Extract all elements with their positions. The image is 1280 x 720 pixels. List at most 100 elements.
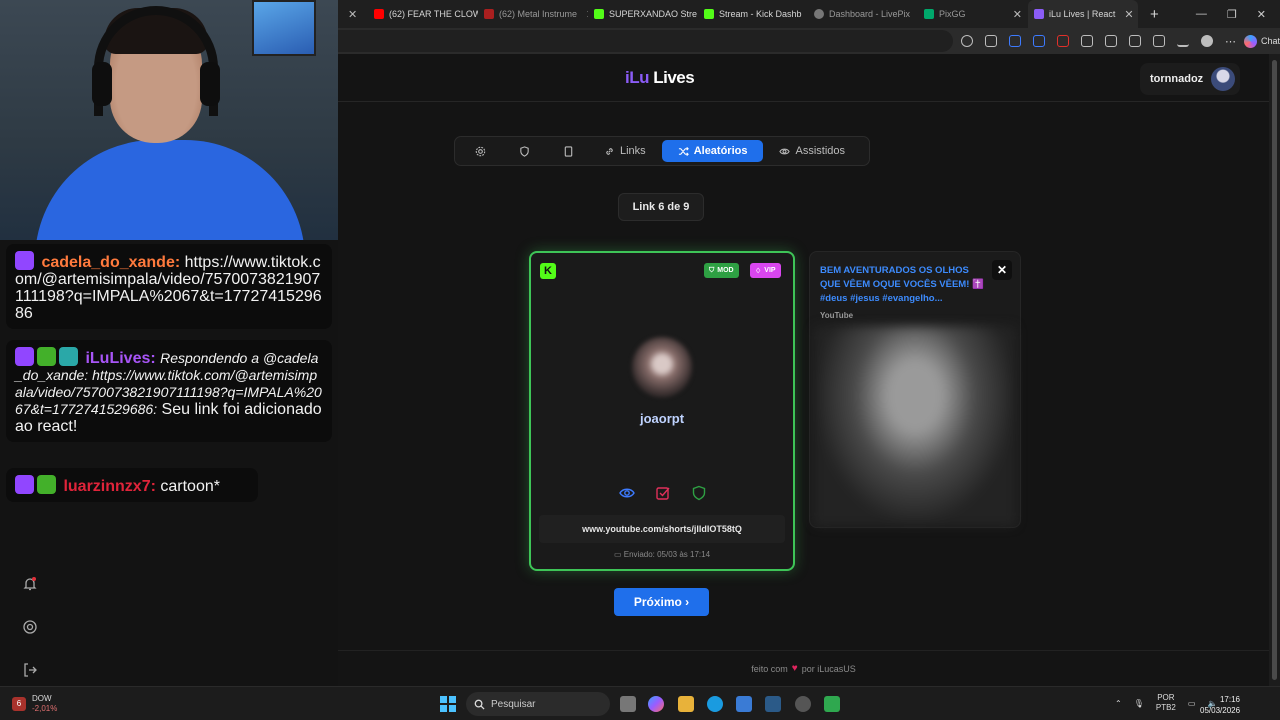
- user-menu-button[interactable]: tornnadoz: [1140, 63, 1240, 95]
- bot-icon: [59, 347, 78, 366]
- diamond-icon: ♢: [755, 267, 762, 275]
- edge-browser-icon[interactable]: [707, 696, 723, 712]
- twitch-icon: [15, 475, 34, 494]
- system-clock[interactable]: 17:16 05/03/2026: [1200, 694, 1240, 716]
- browser-tab[interactable]: Stream - Kick Dashb✕: [698, 0, 808, 28]
- window-controls: — ❐ ✕: [1196, 0, 1280, 28]
- tab-settings[interactable]: [460, 140, 500, 162]
- tab-saved[interactable]: [548, 140, 588, 162]
- browser-tab[interactable]: SUPERXANDAO Stre✕: [588, 0, 698, 28]
- favorite-star-icon[interactable]: [960, 35, 973, 47]
- chat-message: cadela_do_xande: https://www.tiktok.com/…: [6, 244, 332, 329]
- chat-message: iLuLives: Respondendo a @cadela_do_xande…: [6, 340, 332, 442]
- help-lifebuoy-icon[interactable]: [22, 619, 38, 635]
- language-indicator[interactable]: POR PTB2: [1156, 693, 1176, 713]
- mark-checked-icon[interactable]: [655, 485, 671, 501]
- headset-earcup: [92, 62, 112, 106]
- chat-message: luarzinnzx7: cartoon*: [6, 468, 258, 502]
- obs-icon[interactable]: [795, 696, 811, 712]
- microphone-icon[interactable]: 🎙: [1134, 699, 1144, 708]
- tab-label: (62) Metal Instrume: [499, 9, 578, 19]
- tab-moderation[interactable]: [504, 140, 544, 162]
- browser-tab[interactable]: ✕: [338, 0, 368, 28]
- preview-title: BEM AVENTURADOS OS OLHOS QUE VÊEM OQUE V…: [820, 265, 984, 304]
- twitch-icon: [15, 251, 34, 270]
- page: iLu Lives tornnadoz Links Aleatórios Ass…: [338, 54, 1269, 686]
- moderation-shield-icon[interactable]: [691, 485, 707, 501]
- scrollbar-thumb[interactable]: [1272, 60, 1277, 680]
- wall-poster: [252, 0, 316, 56]
- youtube-favicon-icon: [484, 9, 494, 19]
- browser-tab-active[interactable]: iLu Lives | React ✕: [1028, 0, 1138, 28]
- current-link-card: K ⛉ MOD ♢ VIP joaorpt www.youtube.com/shor…: [529, 251, 795, 571]
- chevron-up-icon[interactable]: ⌃: [1115, 699, 1122, 708]
- browser-tab[interactable]: (62) Metal Instrume✕: [478, 0, 588, 28]
- stock-widget[interactable]: 6 DOW -2,01%: [12, 694, 57, 714]
- notification-bell-icon[interactable]: [22, 576, 38, 592]
- shield-icon: [519, 145, 529, 157]
- split-screen-icon[interactable]: [1128, 35, 1141, 47]
- shuffle-icon: [678, 146, 689, 156]
- tab-random[interactable]: Aleatórios: [661, 140, 764, 162]
- favorites-icon[interactable]: [1152, 35, 1165, 47]
- kick-favicon-icon: [704, 9, 714, 19]
- next-button[interactable]: Próximo ›: [614, 588, 709, 616]
- close-tab-icon[interactable]: ✕: [1013, 8, 1022, 21]
- browser-tab[interactable]: PixGG ✕: [918, 0, 1028, 28]
- translate-icon[interactable]: [1032, 35, 1045, 47]
- sent-timestamp: ▭ Enviado: 05/03 às 17:14: [531, 550, 793, 559]
- copilot-chat-button[interactable]: Chat: [1243, 34, 1280, 48]
- close-tab-icon[interactable]: ✕: [1124, 8, 1133, 21]
- logout-icon[interactable]: [22, 662, 38, 678]
- close-preview-button[interactable]: ✕: [992, 260, 1012, 280]
- address-input[interactable]: [338, 30, 953, 52]
- app-icon[interactable]: [824, 696, 840, 712]
- task-view-icon[interactable]: [620, 696, 636, 712]
- extension-icon[interactable]: [984, 35, 997, 47]
- steam-icon[interactable]: [765, 696, 781, 712]
- kick-icon: K: [540, 263, 556, 279]
- tab-watched[interactable]: Assistidos: [767, 140, 857, 162]
- vip-badge-label: VIP: [764, 267, 776, 274]
- tab-label: Stream - Kick Dashb: [719, 9, 802, 19]
- copilot-app-icon[interactable]: [648, 696, 664, 712]
- chat-text: cartoon*: [160, 478, 220, 495]
- windows-start-icon[interactable]: [440, 696, 456, 712]
- restore-icon[interactable]: ❐: [1227, 8, 1237, 21]
- photos-app-icon[interactable]: [736, 696, 752, 712]
- browser-tab[interactable]: Dashboard - LivePix✕: [808, 0, 918, 28]
- tab-label: SUPERXANDAO Stre: [609, 9, 698, 19]
- link-icon: [606, 147, 613, 155]
- file-explorer-icon[interactable]: [678, 696, 694, 712]
- close-window-icon[interactable]: ✕: [1257, 8, 1266, 21]
- brand-logo[interactable]: iLu Lives: [625, 68, 695, 88]
- more-menu-icon[interactable]: ⋯: [1225, 35, 1236, 48]
- download-icon[interactable]: [1176, 35, 1189, 47]
- eye-icon: [779, 148, 791, 154]
- tab-label: Dashboard - LivePix: [829, 9, 911, 19]
- browser-tab[interactable]: (62) FEAR THE CLOW✕: [368, 0, 478, 28]
- tab-strip: ✕ (62) FEAR THE CLOW✕ (62) Metal Instrum…: [338, 0, 1280, 28]
- tab-links[interactable]: Links: [592, 140, 658, 162]
- youtube-favicon-icon: [374, 9, 384, 19]
- profile-icon[interactable]: [1200, 35, 1213, 47]
- chat-username: iLuLives:: [85, 350, 156, 367]
- mod-badge: ⛉ MOD: [704, 263, 739, 278]
- network-icon[interactable]: ▭: [1188, 699, 1196, 708]
- moderator-sword-icon: [37, 347, 56, 366]
- performance-icon[interactable]: [1104, 35, 1117, 47]
- new-tab-button[interactable]: +: [1138, 0, 1165, 28]
- next-link-preview[interactable]: BEM AVENTURADOS OS OLHOS QUE VÊEM OQUE V…: [809, 251, 1021, 528]
- stream-overlay: cadela_do_xande: https://www.tiktok.com/…: [0, 0, 338, 686]
- stock-change: -2,01%: [32, 704, 58, 713]
- extension-icon[interactable]: [1008, 35, 1021, 47]
- extension-icon[interactable]: [1056, 35, 1069, 47]
- minimize-icon[interactable]: —: [1196, 8, 1207, 20]
- watch-eye-icon[interactable]: [619, 485, 635, 501]
- page-scrollbar[interactable]: [1269, 54, 1280, 686]
- stock-name: DOW: [32, 694, 52, 703]
- puzzle-icon[interactable]: [1080, 35, 1093, 47]
- taskbar-search[interactable]: Pesquisar: [466, 692, 610, 716]
- link-url[interactable]: www.youtube.com/shorts/jlldIOT58tQ: [539, 515, 785, 543]
- close-tab-icon[interactable]: ✕: [348, 8, 357, 21]
